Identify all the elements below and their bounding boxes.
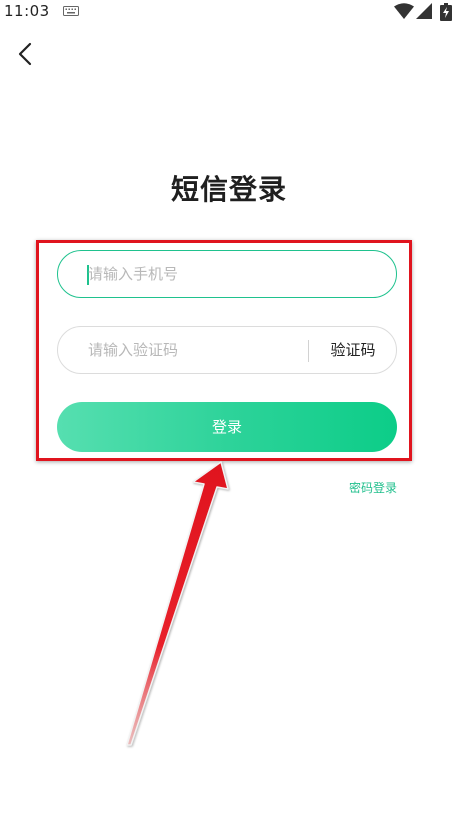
status-time: 11:03 [4,2,50,20]
phone-input[interactable] [88,251,378,297]
sms-login-screen: 11:03 短信登录 请输入手机号 请输入验证码 验证码 登录 密码登录 [0,0,458,820]
wifi-icon [394,3,414,19]
chevron-left-icon [18,42,32,66]
keyboard-icon [63,6,79,16]
password-login-link[interactable]: 密码登录 [349,479,397,496]
signal-icon [416,3,432,19]
get-code-button[interactable]: 验证码 [310,327,396,373]
verification-code-input[interactable] [88,327,298,373]
phone-input-container[interactable] [57,250,397,298]
code-divider [308,340,309,362]
code-input-container[interactable]: 验证码 [57,326,397,374]
login-button[interactable]: 登录 [57,402,397,452]
status-bar: 11:03 [0,0,458,24]
back-button[interactable] [8,36,44,72]
battery-charging-icon [440,3,452,21]
page-title: 短信登录 [170,173,287,206]
